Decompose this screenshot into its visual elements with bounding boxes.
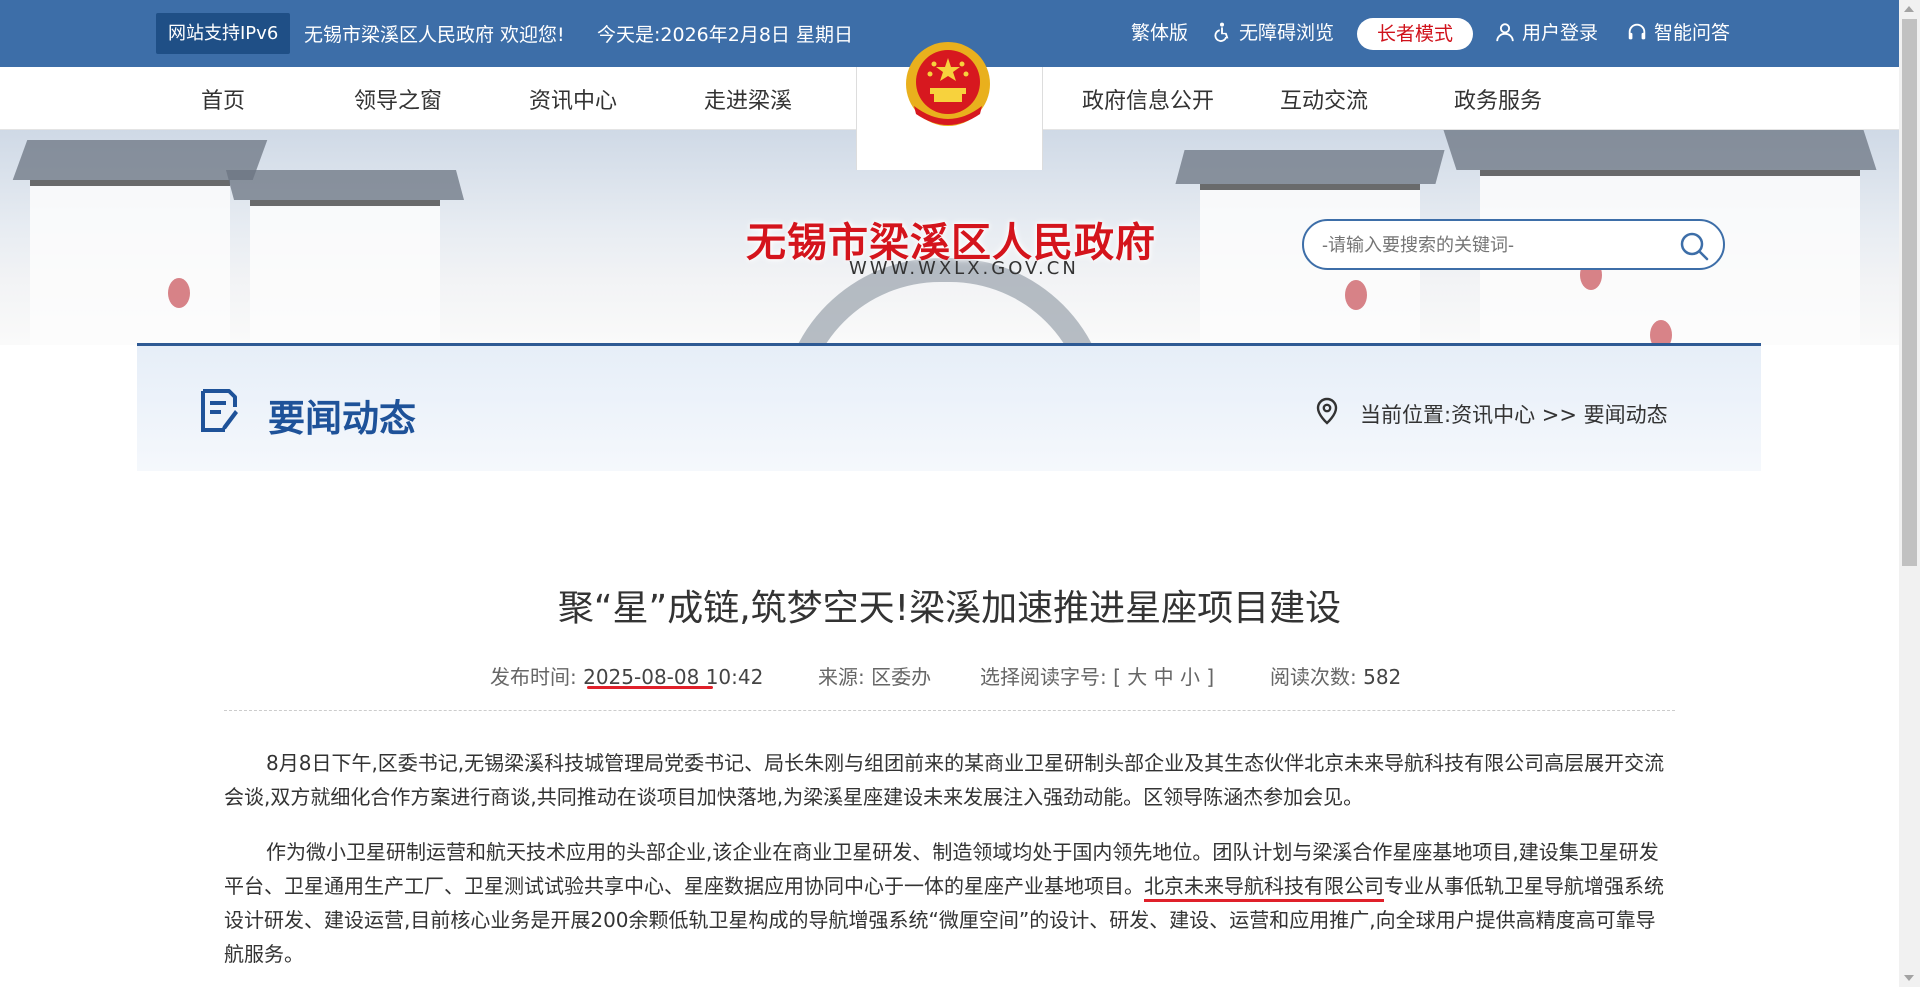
page: 网站支持IPv6 无锡市梁溪区人民政府 欢迎您! 今天是:2026年2月8日 星… xyxy=(0,0,1899,987)
accessibility-label: 无障碍浏览 xyxy=(1239,22,1335,44)
accessibility-icon xyxy=(1214,22,1229,42)
section-title: 要闻动态 xyxy=(268,397,416,440)
meta-divider xyxy=(224,710,1675,711)
smart-qa-link[interactable]: 智能问答 xyxy=(1626,18,1730,45)
nav-interaction[interactable]: 互动交流 xyxy=(1280,83,1368,115)
traditional-chinese-link[interactable]: 繁体版 xyxy=(1131,18,1188,45)
ipv6-badge: 网站支持IPv6 xyxy=(156,13,291,54)
vertical-scrollbar[interactable] xyxy=(1899,0,1920,987)
article-paragraph-2: 作为微小卫星研制运营和航天技术应用的头部企业,该企业在商业卫星研发、制造领域均处… xyxy=(224,835,1675,971)
headset-icon xyxy=(1628,23,1646,39)
views-label: 阅读次数: xyxy=(1270,665,1357,689)
user-icon xyxy=(1496,22,1514,41)
article-title: 聚“星”成链,筑梦空天!梁溪加速推进星座项目建设 xyxy=(557,588,1342,629)
date-highlight-underline xyxy=(587,686,713,689)
source: 来源: 区委办 xyxy=(818,661,931,690)
scroll-up-arrow[interactable] xyxy=(1904,6,1914,12)
nav-gov-info[interactable]: 政府信息公开 xyxy=(1082,83,1214,115)
national-emblem xyxy=(900,42,996,140)
nav-news-center[interactable]: 资讯中心 xyxy=(529,83,617,115)
nav-leaders[interactable]: 领导之窗 xyxy=(354,83,442,115)
nav-about-liangxi[interactable]: 走进梁溪 xyxy=(704,83,792,115)
traditional-label: 繁体版 xyxy=(1131,22,1189,44)
article-paragraph-1: 8月8日下午,区委书记,无锡梁溪科技城管理局党委书记、局长朱刚与组团前来的某商业… xyxy=(224,751,1665,809)
font-size-selector: 选择阅读字号: [ 大 中 小 ] xyxy=(980,661,1214,690)
elder-mode-button[interactable]: 长者模式 xyxy=(1357,18,1473,50)
font-size-options[interactable]: [ 大 中 小 ] xyxy=(1113,665,1214,689)
publish-clock: 10:42 xyxy=(705,665,764,689)
view-count: 阅读次数: 582 xyxy=(1270,661,1401,690)
welcome-text: 无锡市梁溪区人民政府 欢迎您! xyxy=(304,24,565,46)
document-icon xyxy=(201,389,238,432)
nav-home[interactable]: 首页 xyxy=(201,83,245,115)
nav-gov-service[interactable]: 政务服务 xyxy=(1454,83,1542,115)
login-label: 用户登录 xyxy=(1522,22,1599,44)
breadcrumb[interactable]: 当前位置:资讯中心 >> 要闻动态 xyxy=(1360,399,1668,429)
source-label: 来源: xyxy=(818,665,865,689)
accessibility-link[interactable]: 无障碍浏览 xyxy=(1211,18,1334,45)
publish-label: 发布时间: xyxy=(490,665,577,689)
source-value: 区委办 xyxy=(871,665,932,689)
search-box xyxy=(1302,219,1725,270)
scroll-down-arrow[interactable] xyxy=(1904,975,1914,981)
smart-qa-label: 智能问答 xyxy=(1654,22,1731,44)
scroll-thumb[interactable] xyxy=(1902,19,1917,566)
location-pin-icon xyxy=(1316,397,1338,425)
company-highlight: 北京未来导航科技有限公司 xyxy=(1144,874,1384,902)
login-link[interactable]: 用户登录 xyxy=(1494,18,1598,45)
search-input[interactable] xyxy=(1322,231,1662,259)
font-size-label: 选择阅读字号: xyxy=(980,665,1107,689)
site-url: WWW.WXLX.GOV.CN xyxy=(849,258,1079,279)
date-text: 今天是:2026年2月8日 星期日 xyxy=(597,24,853,46)
views-value: 582 xyxy=(1363,665,1402,689)
search-icon[interactable] xyxy=(1679,231,1709,261)
